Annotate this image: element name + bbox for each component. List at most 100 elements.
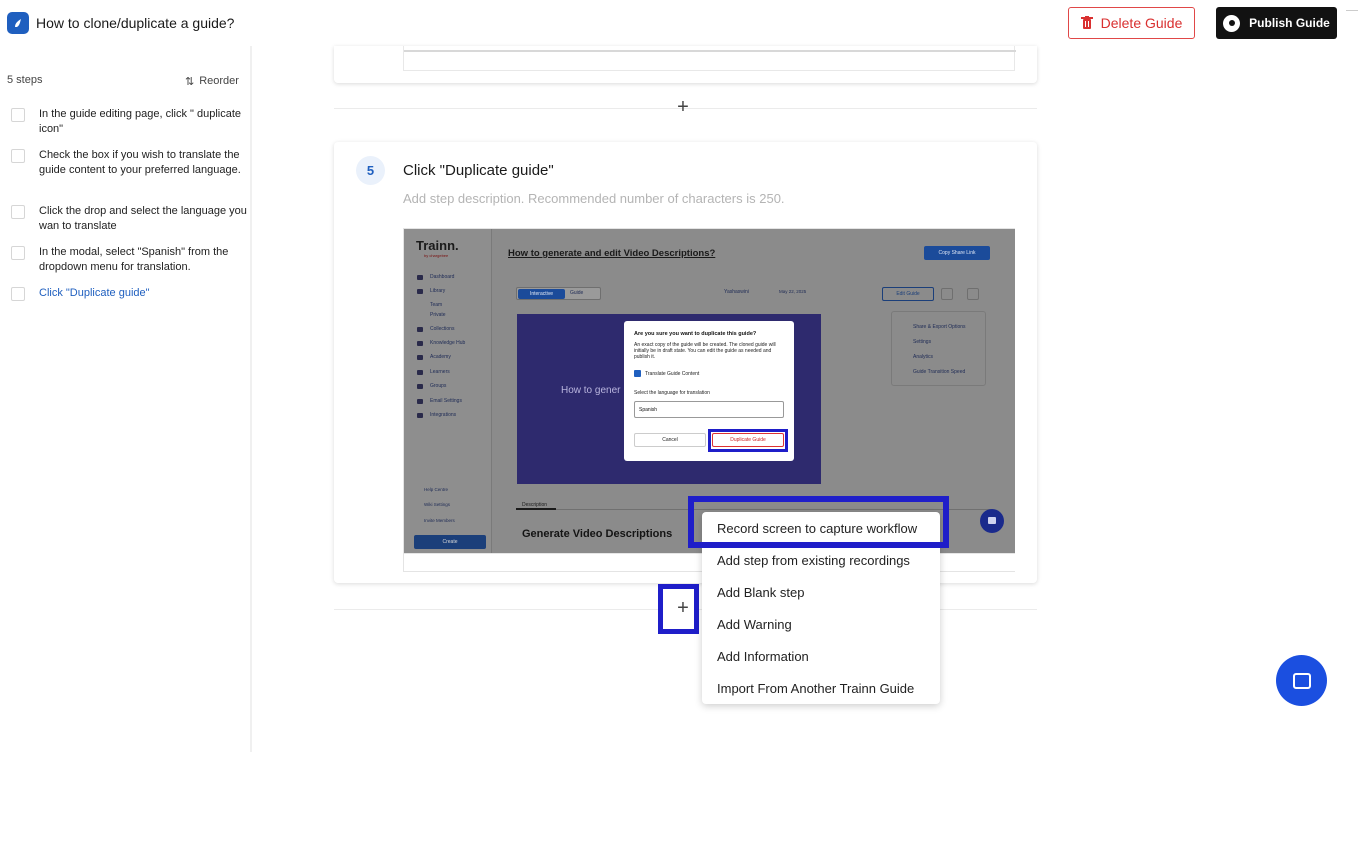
modal-click-highlight <box>708 429 788 452</box>
screenshot-copy-icon <box>941 288 953 300</box>
sidebar-step-4[interactable]: In the modal, select "Spanish" from the … <box>11 245 247 275</box>
menu-item-blank-step[interactable]: Add Blank step <box>717 585 804 600</box>
screenshot-nav-item: Private <box>430 312 446 318</box>
screenshot-nav-item: Groups <box>430 383 447 389</box>
screenshot-tab-underline <box>516 508 556 510</box>
chat-bubble-icon <box>1292 672 1311 689</box>
menu-item-warning[interactable]: Add Warning <box>717 617 792 632</box>
modal-language-select: Spanish <box>634 401 784 418</box>
academy-icon <box>417 355 423 360</box>
screenshot-tab-guide: Guide <box>570 290 584 296</box>
delete-guide-label: Delete Guide <box>1100 15 1183 31</box>
screenshot-share-item: Guide Transition Speed <box>913 369 966 375</box>
sidebar-step-5[interactable]: Click "Duplicate guide" <box>11 286 247 301</box>
screenshot-author: Yashaswini <box>724 289 749 295</box>
modal-cancel-button: Cancel <box>634 433 706 447</box>
sidebar-step-label: Click the drop and select the language y… <box>39 205 247 232</box>
sidebar-step-label: In the guide editing page, click " dupli… <box>39 108 242 135</box>
screenshot-generate-heading: Generate Video Descriptions <box>522 528 673 540</box>
step-title[interactable]: Click "Duplicate guide" <box>403 162 554 179</box>
screenshot-nav-item: Dashboard <box>430 274 455 280</box>
menu-item-existing-recordings[interactable]: Add step from existing recordings <box>717 553 910 568</box>
learners-icon <box>417 370 423 375</box>
publish-guide-label: Publish Guide <box>1249 16 1330 30</box>
step-checkbox[interactable] <box>11 149 25 163</box>
add-step-plus-icon[interactable]: + <box>673 598 693 618</box>
screenshot-video-text: How to gener <box>561 385 621 396</box>
delete-guide-button[interactable]: Delete Guide <box>1068 7 1195 39</box>
collections-icon <box>417 327 423 332</box>
step-checkbox[interactable] <box>11 246 25 260</box>
library-icon <box>417 289 423 294</box>
dashboard-icon <box>417 275 423 280</box>
sidebar-step-3[interactable]: Click the drop and select the language y… <box>11 204 247 234</box>
screenshot-logo-sub: by chargebee <box>424 253 449 258</box>
window-edge <box>1346 10 1358 11</box>
screenshot-nav-item: Academy <box>430 354 451 360</box>
step-checkbox[interactable] <box>11 205 25 219</box>
top-bar: How to clone/duplicate a guide? Delete G… <box>0 0 1360 46</box>
sidebar-step-label: Click "Duplicate guide" <box>39 287 150 299</box>
screenshot-page-title: How to generate and edit Video Descripti… <box>508 248 716 259</box>
reorder-button[interactable]: ⇅ Reorder <box>185 75 239 88</box>
steps-count: 5 steps <box>7 74 43 86</box>
screenshot-chat-icon <box>980 509 1004 533</box>
screenshot-share-item: Settings <box>913 339 932 345</box>
knowledge-hub-icon <box>417 341 423 346</box>
screenshot-share-item: Share & Export Options <box>913 324 966 330</box>
sidebar-step-2[interactable]: Check the box if you wish to translate t… <box>11 148 247 178</box>
screenshot-share-menu: Share & Export Options Settings Analytic… <box>891 311 986 386</box>
previous-step-screenshot <box>403 46 1016 71</box>
steps-sidebar: 5 steps ⇅ Reorder In the guide editing p… <box>0 46 252 752</box>
screenshot-sidebar: Trainn. by chargebee Dashboard Library T… <box>404 229 492 553</box>
email-icon <box>417 399 423 404</box>
step-checkbox[interactable] <box>11 108 25 122</box>
modal-checkbox-icon <box>634 370 641 377</box>
menu-item-information[interactable]: Add Information <box>717 649 809 664</box>
modal-body: An exact copy of the guide will be creat… <box>634 342 776 360</box>
screenshot-nav-item: Learners <box>430 369 450 375</box>
screenshot-copy-share-button: Copy Share Link <box>924 246 990 260</box>
publish-guide-button[interactable]: Publish Guide <box>1216 7 1337 39</box>
screenshot-nav-item: Knowledge Hub <box>430 340 466 346</box>
integrations-icon <box>417 413 423 418</box>
screenshot-help-item: Wiki Settings <box>424 502 451 507</box>
sidebar-step-label: Check the box if you wish to translate t… <box>39 149 241 176</box>
modal-select-value: Spanish <box>639 407 658 413</box>
guide-title: How to clone/duplicate a guide? <box>36 15 235 31</box>
screenshot-logo: Trainn. <box>416 238 459 253</box>
screenshot-nav-item: Integrations <box>430 412 457 418</box>
chat-button[interactable] <box>1276 655 1327 706</box>
menu-item-import-guide[interactable]: Import From Another Trainn Guide <box>717 681 914 696</box>
screenshot-help-item: Help Centre <box>424 487 449 492</box>
groups-icon <box>417 384 423 389</box>
add-step-plus-icon[interactable]: + <box>673 97 693 117</box>
app-logo-icon[interactable] <box>7 12 29 34</box>
screenshot-duplicate-modal: Are you sure you want to duplicate this … <box>624 321 794 461</box>
menu-item-highlight <box>688 496 949 548</box>
modal-select-label: Select the language for translation <box>634 390 710 396</box>
previous-step-card <box>334 46 1037 83</box>
screenshot-tab-interactive: Interactive <box>518 289 565 299</box>
sidebar-step-1[interactable]: In the guide editing page, click " dupli… <box>11 107 247 137</box>
trash-icon <box>1080 16 1093 29</box>
sidebar-step-label: In the modal, select "Spanish" from the … <box>39 246 229 273</box>
screenshot-nav-item: Collections <box>430 326 455 332</box>
reorder-icon: ⇅ <box>185 76 195 88</box>
screenshot-create-button: Create <box>414 535 486 549</box>
screenshot-mode-tabs: Interactive Guide <box>516 287 601 300</box>
modal-checkbox-label: Translate Guide Content <box>645 371 700 377</box>
step-checkbox[interactable] <box>11 287 25 301</box>
screenshot-date: May 22, 2025 <box>779 289 807 294</box>
reorder-label: Reorder <box>199 75 239 87</box>
step-number-badge: 5 <box>356 156 385 185</box>
screenshot-trash-icon <box>967 288 979 300</box>
eye-icon <box>1223 14 1241 32</box>
screenshot-edit-guide-button: Edit Guide <box>882 287 934 301</box>
screenshot-nav-item: Email Settings <box>430 398 462 404</box>
screenshot-nav-item: Team <box>430 302 443 308</box>
screenshot-share-item: Analytics <box>913 354 934 360</box>
modal-title: Are you sure you want to duplicate this … <box>634 331 757 337</box>
screenshot-help-item: Invite Members <box>424 518 455 523</box>
step-description-input[interactable]: Add step description. Recommended number… <box>403 191 785 206</box>
